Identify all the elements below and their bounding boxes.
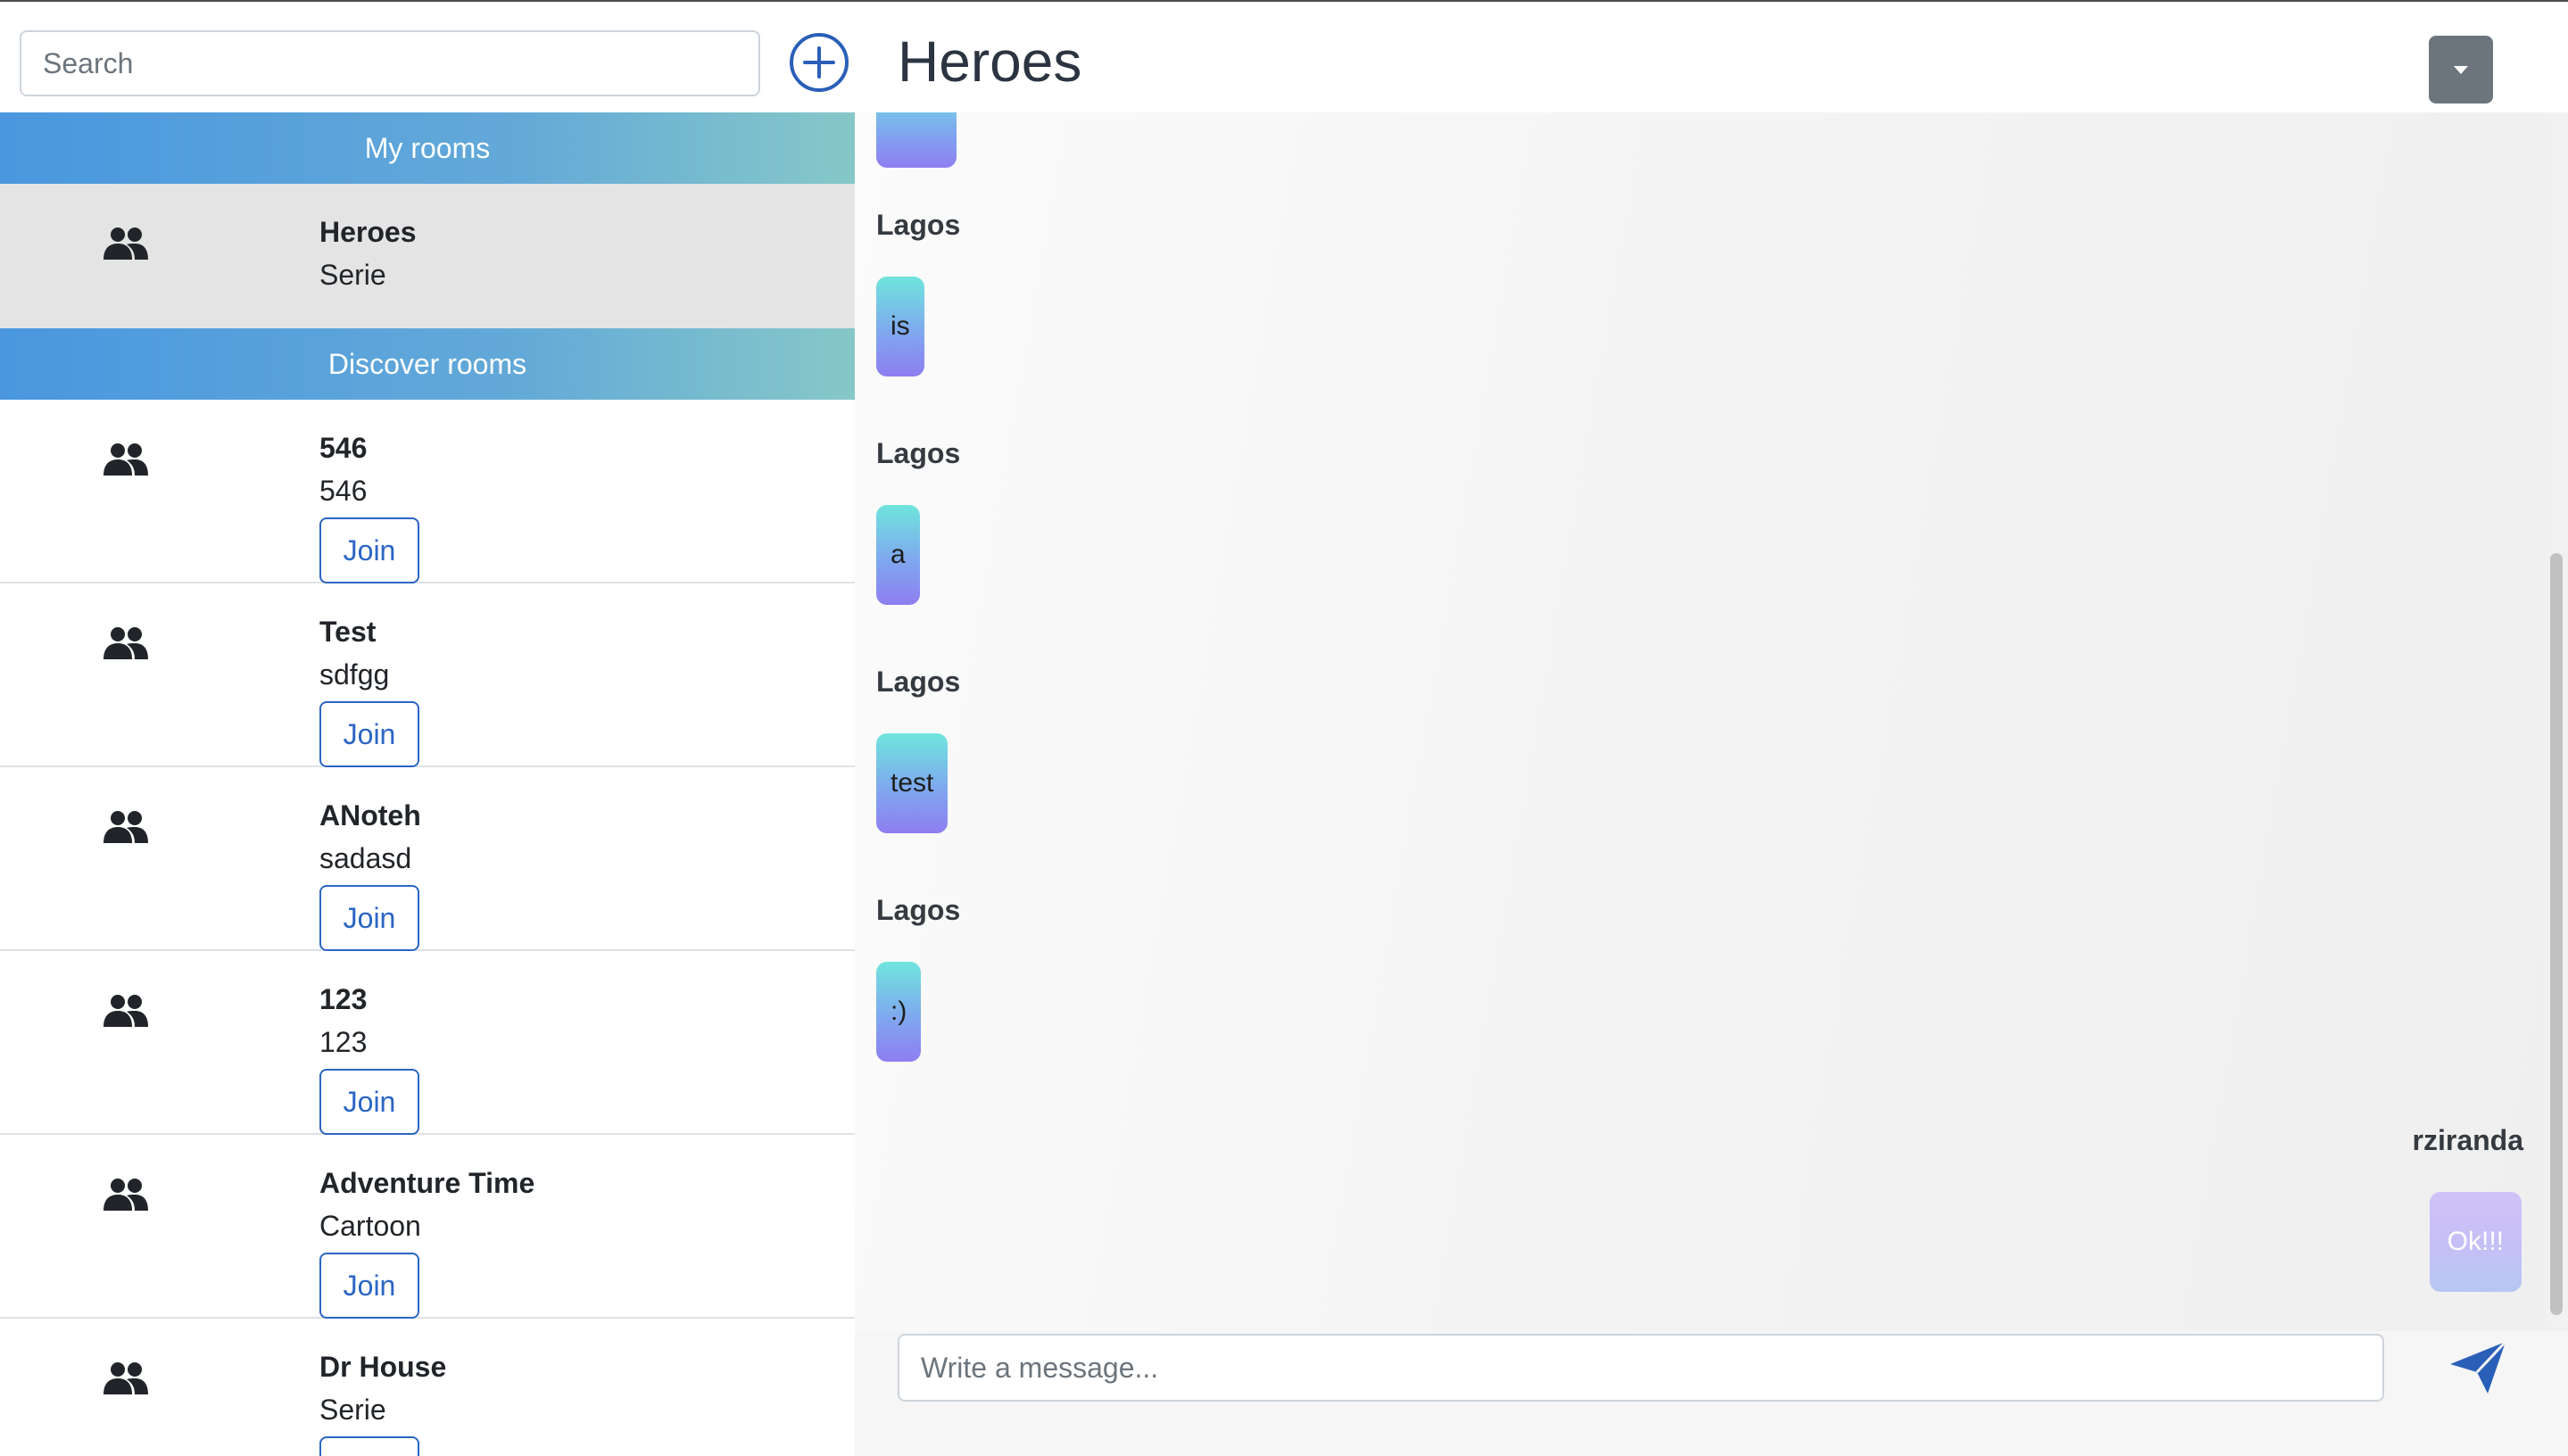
room-name: Dr House [319, 1351, 447, 1383]
room-name: 546 [319, 432, 368, 464]
room-name: Heroes [319, 216, 417, 248]
join-button[interactable]: Join [319, 1436, 419, 1456]
room-description: sadasd [319, 842, 412, 874]
room-name: Adventure Time [319, 1167, 535, 1199]
users-icon [103, 626, 149, 662]
room-description: 123 [319, 1026, 368, 1058]
message-bubble: is [876, 277, 924, 376]
message-bubble: :) [876, 962, 922, 1062]
discover-room-item: Adventure Time Cartoon Join [0, 1135, 855, 1319]
users-icon [103, 443, 149, 478]
search-input[interactable] [20, 30, 760, 96]
room-description: Cartoon [319, 1210, 421, 1242]
room-item-heroes[interactable]: Heroes Serie [0, 184, 855, 328]
message-input[interactable] [898, 1334, 2384, 1402]
caret-down-icon [2454, 66, 2468, 74]
join-button[interactable]: Join [319, 1069, 419, 1135]
message-bubble [876, 112, 957, 168]
message-sender-own: rziranda [2412, 1124, 2523, 1156]
message-sender: Lagos [876, 209, 961, 241]
chat-title: Heroes [898, 29, 1082, 94]
room-description: Serie [319, 1394, 386, 1426]
users-icon [103, 1361, 149, 1397]
message-sender: Lagos [876, 437, 961, 469]
room-name: ANoteh [319, 799, 421, 831]
users-icon [103, 810, 149, 846]
discover-room-item: ANoteh sadasd Join [0, 767, 855, 951]
send-button[interactable] [2447, 1340, 2509, 1395]
message-list: Lagos is Lagos a Lagos test Lagos :) rzi… [855, 112, 2545, 1331]
message-composer [855, 1331, 2568, 1456]
scrollbar-thumb[interactable] [2550, 553, 2563, 1315]
message-bubble: a [876, 505, 920, 605]
join-button[interactable]: Join [319, 517, 419, 583]
discover-room-item: Dr House Serie Join [0, 1319, 855, 1456]
room-description: 546 [319, 475, 368, 507]
sidebar: My rooms Heroes Serie Discover rooms 546… [0, 2, 855, 1456]
discover-rooms-header: Discover rooms [0, 328, 855, 400]
users-icon [103, 1178, 149, 1213]
send-icon [2450, 1340, 2507, 1394]
room-description: sdfgg [319, 658, 390, 691]
message-sender: Lagos [876, 894, 961, 926]
my-rooms-header: My rooms [0, 112, 855, 184]
room-description: Serie [319, 259, 386, 291]
discover-room-item: 123 123 Join [0, 951, 855, 1135]
room-name: Test [319, 616, 377, 648]
join-button[interactable]: Join [319, 701, 419, 767]
message-sender: Lagos [876, 666, 961, 698]
users-icon [103, 227, 149, 262]
join-button[interactable]: Join [319, 1253, 419, 1319]
add-room-button[interactable] [789, 32, 849, 93]
discover-room-item: 546 546 Join [0, 400, 855, 583]
chat-header: Heroes [855, 2, 2568, 112]
room-name: 123 [319, 983, 368, 1015]
plus-circle-icon [790, 33, 849, 92]
users-icon [103, 994, 149, 1030]
message-bubble-own: Ok!!! [2429, 1192, 2522, 1292]
room-options-dropdown[interactable] [2429, 36, 2493, 103]
message-bubble: test [876, 733, 949, 833]
join-button[interactable]: Join [319, 885, 419, 951]
discover-room-item: Test sdfgg Join [0, 583, 855, 767]
